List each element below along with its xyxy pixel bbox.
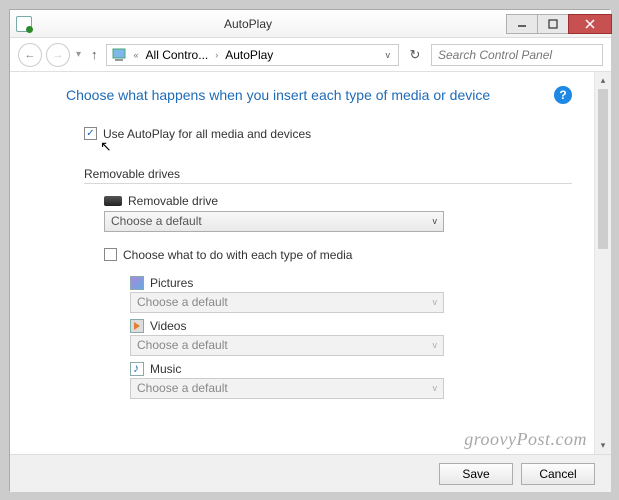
breadcrumb-parent[interactable]: All Contro... <box>146 48 209 62</box>
autoplay-app-icon <box>16 16 32 32</box>
removable-drive-label: Removable drive <box>128 194 218 208</box>
each-type-checkbox[interactable]: ✓ <box>104 248 117 261</box>
back-button[interactable]: ← <box>18 43 42 67</box>
refresh-button[interactable]: ↻ <box>403 44 427 66</box>
media-type-list: Pictures Choose a default v Videos Choos… <box>130 276 572 399</box>
pictures-icon <box>130 276 144 290</box>
maximize-button[interactable] <box>537 14 569 34</box>
pictures-label: Pictures <box>150 276 193 290</box>
pictures-select[interactable]: Choose a default v <box>130 292 444 313</box>
videos-value: Choose a default <box>137 338 228 352</box>
removable-drive-value: Choose a default <box>111 214 202 228</box>
chevron-down-icon: v <box>433 216 438 226</box>
music-value: Choose a default <box>137 381 228 395</box>
window-title: AutoPlay <box>40 17 506 31</box>
page-heading: Choose what happens when you insert each… <box>66 86 490 105</box>
music-icon <box>130 362 144 376</box>
titlebar: AutoPlay <box>10 10 611 38</box>
autoplay-window: AutoPlay ← → ▾ ↑ « All Contro... › AutoP… <box>10 10 611 492</box>
minimize-button[interactable] <box>506 14 538 34</box>
use-autoplay-checkbox[interactable]: ✓ <box>84 127 97 140</box>
control-panel-icon <box>111 47 127 63</box>
scroll-up-icon[interactable]: ▴ <box>595 72 611 89</box>
each-type-label: Choose what to do with each type of medi… <box>123 248 352 262</box>
chevron-down-icon: v <box>433 297 438 307</box>
up-button[interactable]: ↑ <box>87 47 102 62</box>
videos-select[interactable]: Choose a default v <box>130 335 444 356</box>
removable-drive-icon <box>104 196 122 206</box>
cancel-button[interactable]: Cancel <box>521 463 595 485</box>
removable-drive-select[interactable]: Choose a default v <box>104 211 444 232</box>
pictures-value: Choose a default <box>137 295 228 309</box>
window-controls <box>506 14 611 34</box>
content-pane: Choose what happens when you insert each… <box>10 72 594 454</box>
footer-bar: Save Cancel <box>10 454 611 492</box>
use-autoplay-label: Use AutoPlay for all media and devices <box>103 127 311 141</box>
chevron-down-icon: v <box>433 383 438 393</box>
nav-toolbar: ← → ▾ ↑ « All Contro... › AutoPlay v ↻ S… <box>10 38 611 72</box>
vertical-scrollbar[interactable]: ▴ ▾ <box>594 72 611 454</box>
music-select[interactable]: Choose a default v <box>130 378 444 399</box>
chevron-down-icon: v <box>433 340 438 350</box>
save-button[interactable]: Save <box>439 463 513 485</box>
address-dropdown-icon[interactable]: v <box>382 50 395 60</box>
search-input[interactable]: Search Control Panel <box>431 44 603 66</box>
help-icon[interactable]: ? <box>554 86 572 104</box>
scroll-down-icon[interactable]: ▾ <box>595 437 611 454</box>
address-bar[interactable]: « All Contro... › AutoPlay v <box>106 44 399 66</box>
breadcrumb-current[interactable]: AutoPlay <box>225 48 273 62</box>
history-dropdown-icon[interactable]: ▾ <box>74 49 83 60</box>
chevron-icon: « <box>131 50 142 60</box>
videos-icon <box>130 319 144 333</box>
chevron-right-icon: › <box>212 50 221 60</box>
section-divider <box>84 183 572 184</box>
scrollbar-thumb[interactable] <box>598 89 608 249</box>
removable-drives-section-label: Removable drives <box>84 167 572 181</box>
close-button[interactable] <box>568 14 612 34</box>
forward-button[interactable]: → <box>46 43 70 67</box>
music-label: Music <box>150 362 181 376</box>
videos-label: Videos <box>150 319 186 333</box>
scrollbar-track[interactable] <box>595 249 611 437</box>
